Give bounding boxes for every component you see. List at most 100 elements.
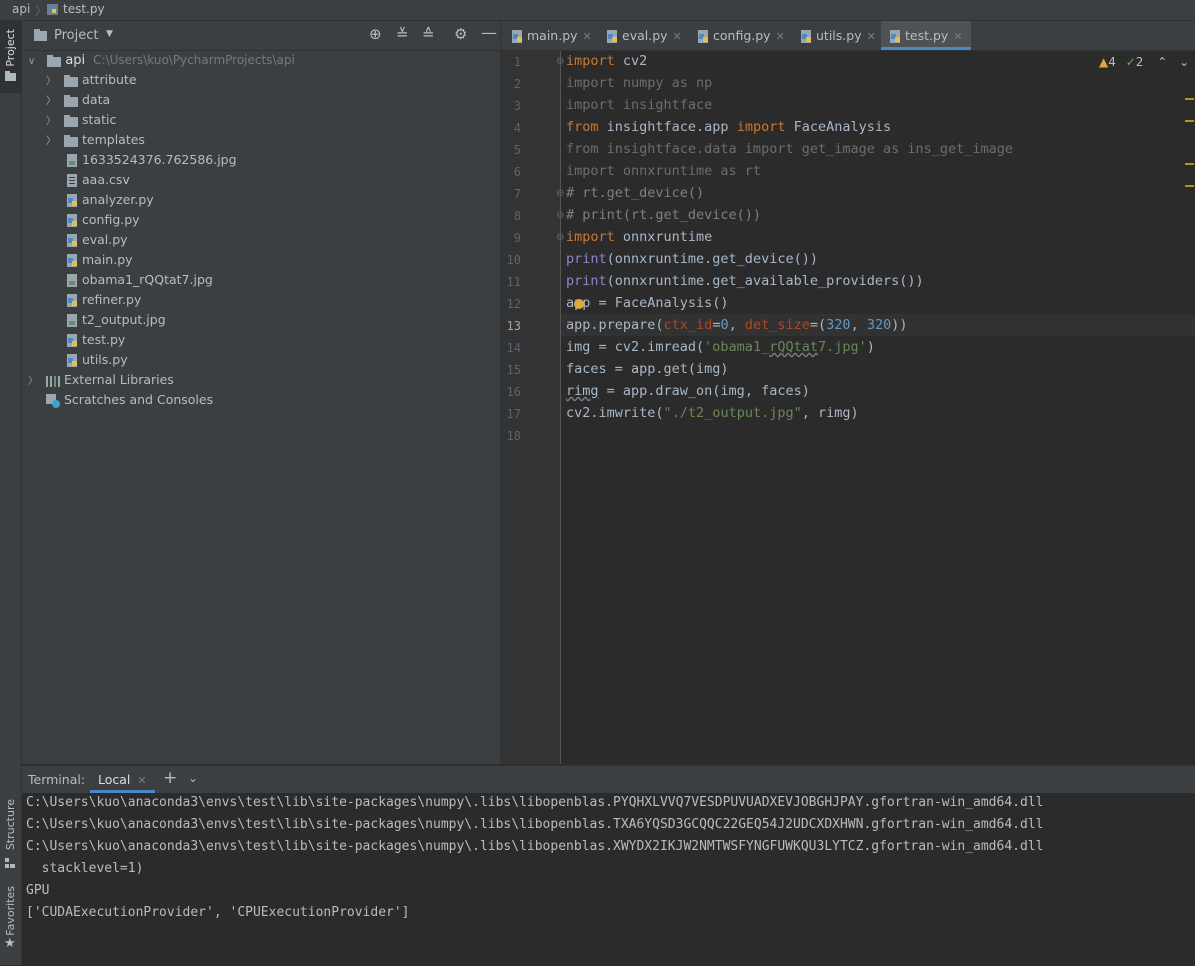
hide-icon[interactable]: — (481, 23, 497, 42)
tab-label: test.py (905, 28, 949, 43)
tree-file-label: refiner.py (82, 292, 142, 307)
editor: main.py ✕ eval.py ✕ config.py ✕ utils.py ✕ t… (501, 21, 1195, 764)
chevron-right-icon[interactable]: 〉 (46, 136, 56, 147)
error-stripe-mark[interactable] (1185, 163, 1194, 165)
tree-folder[interactable]: 〉 attribute (46, 70, 137, 90)
fold-icon[interactable]: ⊖ (556, 56, 564, 67)
warning-count: 4 (1108, 55, 1116, 69)
tree-folder[interactable]: 〉 data (46, 90, 110, 110)
python-file-icon (67, 214, 77, 227)
tree-file[interactable]: main.py (66, 250, 133, 270)
tree-folder-label: static (82, 112, 117, 127)
tree-root[interactable]: ∨ api C:\Users\kuo\PycharmProjects\api (28, 50, 295, 70)
intention-bulb-icon[interactable] (574, 299, 584, 309)
tree-file-label: test.py (82, 332, 126, 347)
fold-icon[interactable]: ⊖ (556, 232, 564, 243)
close-icon[interactable]: ✕ (673, 30, 682, 43)
project-tool-button[interactable]: Project (0, 21, 21, 93)
close-icon[interactable]: ✕ (867, 30, 876, 43)
weak-warning-icon: ✓ (1125, 55, 1136, 69)
error-stripe-mark[interactable] (1185, 98, 1194, 100)
error-stripe-mark[interactable] (1185, 185, 1194, 187)
code-line[interactable]: import insightface (566, 94, 712, 116)
expand-all-icon[interactable]: ≚ (396, 25, 409, 43)
chevron-down-icon[interactable]: ∨ (28, 56, 35, 67)
code-line[interactable]: import cv2 (566, 50, 647, 72)
code-line[interactable]: cv2.imwrite("./t2_output.jpg", rimg) (566, 402, 859, 424)
tree-file[interactable]: utils.py (66, 350, 128, 370)
tree-scratches-label: Scratches and Consoles (64, 392, 214, 407)
folder-icon (64, 114, 78, 127)
tree-file[interactable]: eval.py (66, 230, 128, 250)
tab-test-py[interactable]: test.py ✕ (881, 21, 971, 50)
chevron-down-icon[interactable]: ⌄ (188, 771, 198, 785)
tree-file[interactable]: 1633524376.762586.jpg (66, 150, 237, 170)
tree-scratches[interactable]: Scratches and Consoles (46, 390, 213, 410)
line-number: 17 (506, 407, 521, 421)
next-highlight-icon[interactable]: ⌄ (1179, 55, 1189, 69)
tab-eval-py[interactable]: eval.py ✕ (606, 21, 682, 50)
error-stripe-mark[interactable] (1185, 120, 1194, 122)
locate-icon[interactable]: ⊕ (369, 25, 382, 43)
code-line[interactable]: print(onnxruntime.get_available_provider… (566, 270, 924, 292)
code-line[interactable]: # rt.get_device() (566, 182, 704, 204)
tab-label: main.py (527, 28, 578, 43)
tab-utils-py[interactable]: utils.py ✕ (800, 21, 876, 50)
chevron-down-icon[interactable]: ▼ (106, 29, 113, 39)
line-number: 9 (513, 231, 521, 245)
tree-folder[interactable]: 〉 static (46, 110, 116, 130)
tree-file[interactable]: aaa.csv (66, 170, 130, 190)
image-file-icon (67, 274, 77, 287)
chevron-right-icon[interactable]: 〉 (46, 116, 56, 127)
code-line[interactable]: faces = app.get(img) (566, 358, 729, 380)
tree-file[interactable]: refiner.py (66, 290, 141, 310)
previous-highlight-icon[interactable]: ⌃ (1157, 55, 1167, 69)
tree-file[interactable]: t2_output.jpg (66, 310, 166, 330)
tree-file[interactable]: obama1_rQQtat7.jpg (66, 270, 213, 290)
chevron-right-icon[interactable]: 〉 (46, 96, 56, 107)
favorites-tool-button[interactable]: Favorites ★ (0, 883, 21, 958)
close-icon[interactable]: ✕ (137, 774, 146, 787)
collapse-all-icon[interactable]: ≙ (422, 25, 435, 43)
tree-file[interactable]: config.py (66, 210, 140, 230)
tab-config-py[interactable]: config.py ✕ (697, 21, 785, 50)
code-line[interactable]: import numpy as np (566, 72, 712, 94)
code-line[interactable]: # print(rt.get_device()) (566, 204, 761, 226)
chevron-right-icon[interactable]: 〉 (46, 76, 56, 87)
line-number: 5 (513, 143, 521, 157)
image-file-icon (67, 314, 77, 327)
structure-tool-button[interactable]: Structure (0, 796, 21, 876)
code-line[interactable]: img = cv2.imread('obama1_rQQtat7.jpg') (566, 336, 875, 358)
gear-icon[interactable]: ⚙ (454, 25, 467, 43)
inspection-widget[interactable]: ▲4 ✓2 ⌃ ⌄ (1099, 55, 1189, 69)
breadcrumb-file[interactable]: test.py (46, 2, 105, 16)
fold-icon[interactable]: ⊖ (556, 210, 564, 221)
tree-folder[interactable]: 〉 templates (46, 130, 145, 150)
python-file-icon (67, 334, 77, 347)
tree-file[interactable]: analyzer.py (66, 190, 154, 210)
tree-file[interactable]: test.py (66, 330, 125, 350)
close-icon[interactable]: ✕ (953, 30, 962, 43)
code-line[interactable]: from insightface.data import get_image a… (566, 138, 1013, 160)
text-file-icon (67, 174, 77, 187)
project-view-selector[interactable]: Project (54, 28, 98, 43)
terminal-line: ['CUDAExecutionProvider', 'CPUExecutionP… (26, 905, 410, 920)
tab-main-py[interactable]: main.py ✕ (511, 21, 592, 50)
chevron-right-icon[interactable]: 〉 (28, 376, 38, 387)
project-panel: Project ▼ ⊕ ≚ ≙ ⚙ — ∨ api C:\Users\kuo\P… (22, 21, 501, 764)
code-line[interactable]: print(onnxruntime.get_device()) (566, 248, 818, 270)
terminal-tab-local[interactable]: Local ✕ (90, 766, 155, 793)
close-icon[interactable]: ✕ (776, 30, 785, 43)
code-line[interactable]: app.prepare(ctx_id=0, det_size=(320, 320… (566, 314, 907, 336)
code-line[interactable]: import onnxruntime (566, 226, 712, 248)
tab-label: utils.py (816, 28, 862, 43)
fold-icon[interactable]: ⊖ (556, 188, 564, 199)
code-line[interactable]: rimg = app.draw_on(img, faces) (566, 380, 810, 402)
tree-external-libraries[interactable]: 〉 External Libraries (28, 370, 174, 390)
code-line[interactable]: app = FaceAnalysis() (566, 292, 729, 314)
plus-icon[interactable]: + (163, 768, 177, 788)
code-line[interactable]: import onnxruntime as rt (566, 160, 761, 182)
breadcrumb-root[interactable]: api (12, 2, 30, 16)
close-icon[interactable]: ✕ (583, 30, 592, 43)
code-line[interactable]: from insightface.app import FaceAnalysis (566, 116, 891, 138)
